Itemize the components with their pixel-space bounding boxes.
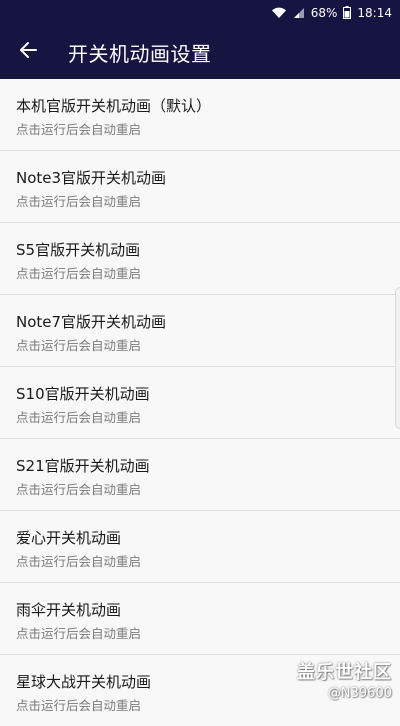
battery-icon: [343, 6, 352, 19]
list-item[interactable]: 雨伞开关机动画 点击运行后会自动重启: [0, 583, 400, 655]
list-item[interactable]: 爱心开关机动画 点击运行后会自动重启: [0, 511, 400, 583]
signal-icon: [293, 7, 305, 19]
status-bar: 68% 18:14: [0, 0, 400, 25]
app-bar: 开关机动画设置: [0, 25, 400, 79]
list-item[interactable]: 本机官版开关机动画（默认） 点击运行后会自动重启: [0, 79, 400, 151]
item-title: Note7官版开关机动画: [16, 313, 167, 331]
item-subtitle: 点击运行后会自动重启: [16, 698, 142, 713]
wifi-icon: [271, 7, 287, 19]
watermark-logo: 盖乐世社区: [297, 662, 392, 683]
list-item[interactable]: Note7官版开关机动画 点击运行后会自动重启: [0, 295, 400, 367]
watermark: 盖乐世社区 @N39600: [297, 658, 392, 701]
item-title: 爱心开关机动画: [16, 529, 122, 547]
watermark-user: @N39600: [327, 686, 392, 701]
item-title: S5官版开关机动画: [16, 241, 141, 259]
item-title: S10官版开关机动画: [16, 385, 150, 403]
animation-list: 本机官版开关机动画（默认） 点击运行后会自动重启 Note3官版开关机动画 点击…: [0, 79, 400, 726]
item-title: 本机官版开关机动画（默认）: [16, 97, 212, 115]
back-button[interactable]: [0, 25, 56, 79]
item-title: 星球大战开关机动画: [16, 673, 152, 691]
list-item[interactable]: S21官版开关机动画 点击运行后会自动重启: [0, 439, 400, 511]
item-title: Note3官版开关机动画: [16, 169, 167, 187]
item-subtitle: 点击运行后会自动重启: [16, 266, 142, 281]
item-subtitle: 点击运行后会自动重启: [16, 626, 142, 641]
scroll-handle[interactable]: [395, 287, 400, 429]
item-subtitle: 点击运行后会自动重启: [16, 122, 142, 137]
list-item[interactable]: S5官版开关机动画 点击运行后会自动重启: [0, 223, 400, 295]
clock: 18:14: [357, 5, 392, 20]
item-subtitle: 点击运行后会自动重启: [16, 554, 142, 569]
list-item[interactable]: S10官版开关机动画 点击运行后会自动重启: [0, 367, 400, 439]
battery-percentage: 68%: [310, 5, 338, 20]
item-title: S21官版开关机动画: [16, 457, 150, 475]
item-subtitle: 点击运行后会自动重启: [16, 410, 142, 425]
item-subtitle: 点击运行后会自动重启: [16, 338, 142, 353]
list-item[interactable]: Note3官版开关机动画 点击运行后会自动重启: [0, 151, 400, 223]
page-title: 开关机动画设置: [68, 41, 212, 66]
item-subtitle: 点击运行后会自动重启: [16, 194, 142, 209]
item-subtitle: 点击运行后会自动重启: [16, 482, 142, 497]
item-title: 雨伞开关机动画: [16, 601, 122, 619]
arrow-left-icon: [19, 41, 37, 63]
